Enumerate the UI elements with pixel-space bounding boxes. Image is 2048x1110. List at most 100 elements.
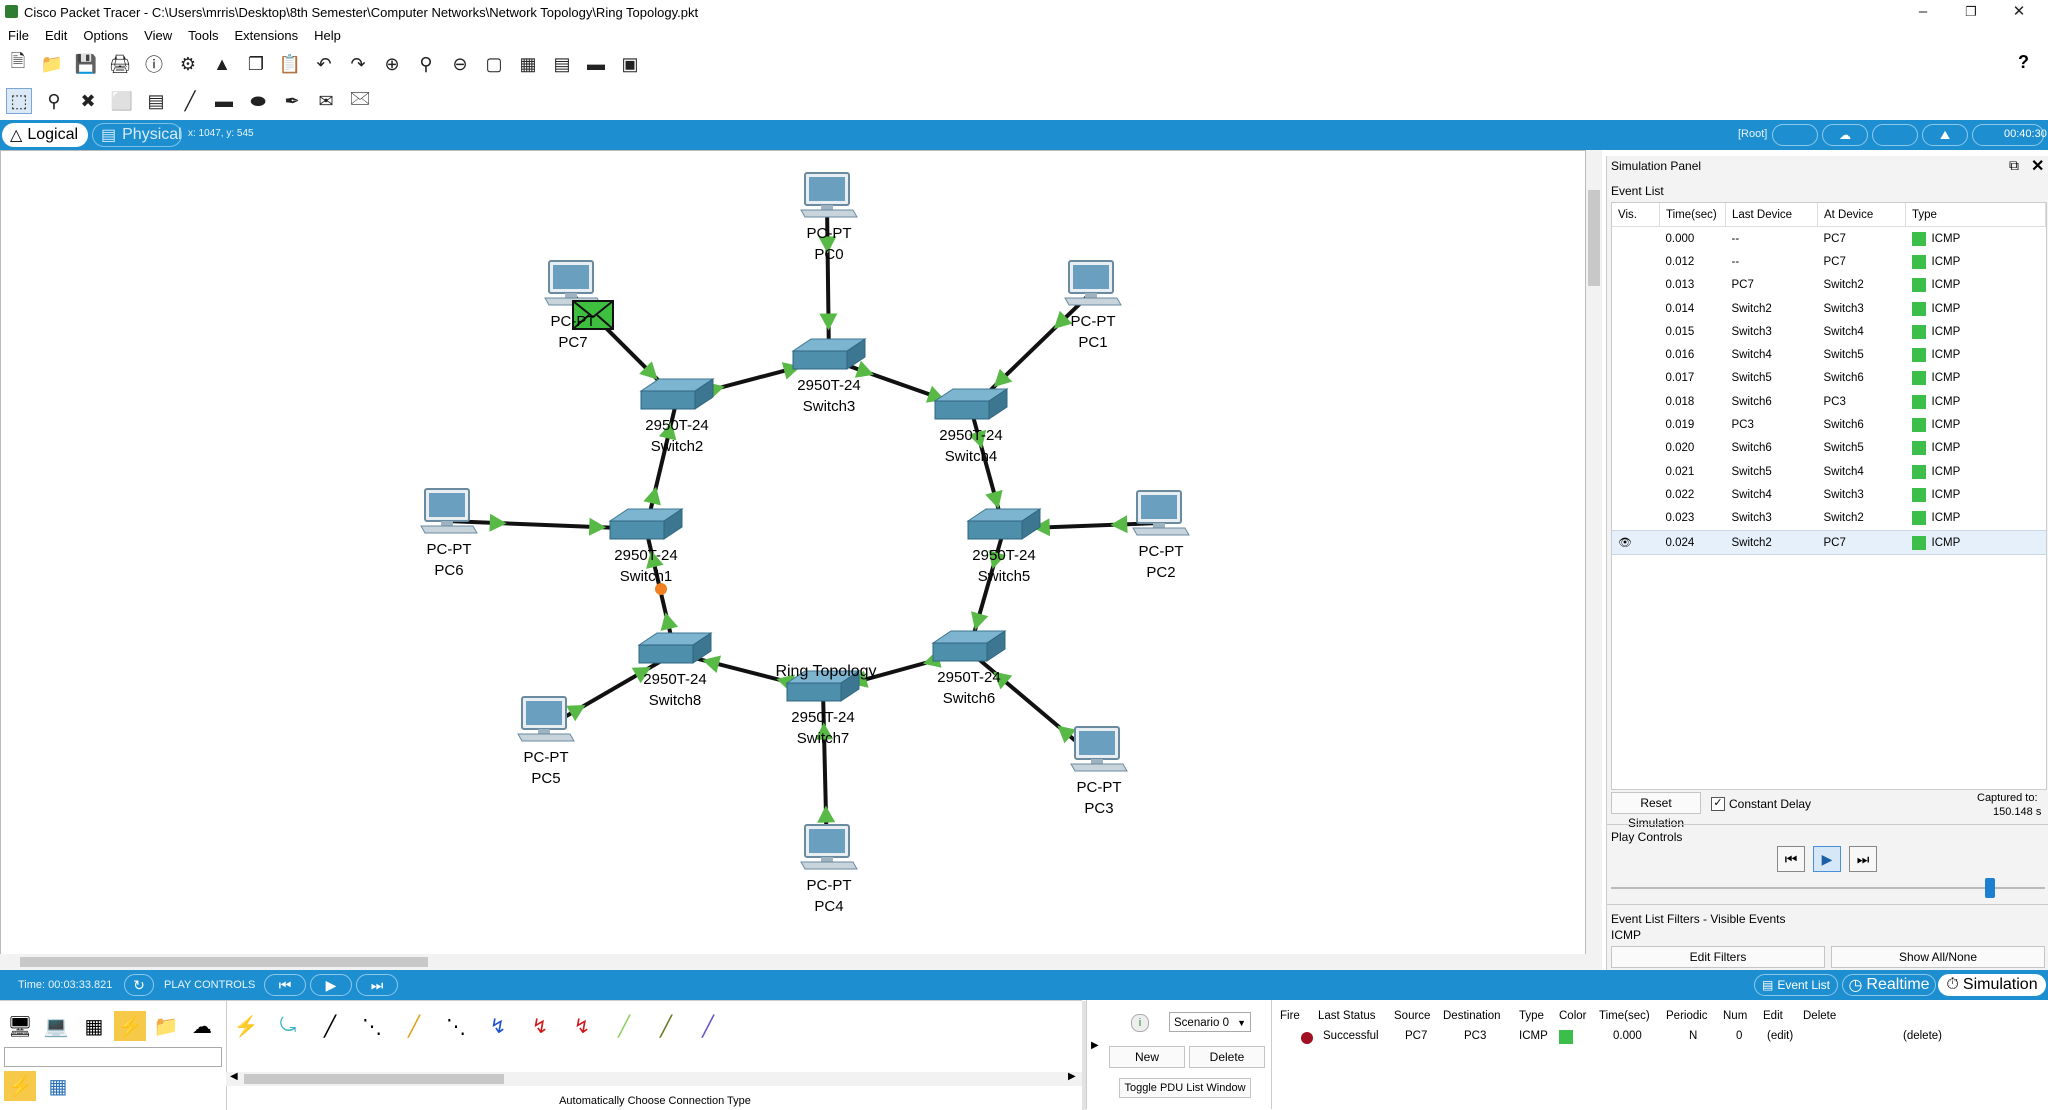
event-row[interactable]: 0.023 Switch3 Switch2 ICMP [1612,507,2046,531]
screenshot-icon[interactable]: ▣ [618,52,642,76]
undock-icon[interactable]: ⧉ [2009,157,2019,174]
scenario-select[interactable]: Scenario 0 ▼ [1169,1012,1251,1032]
resize-shape-icon[interactable]: ⬜ [110,89,134,113]
back-pill[interactable] [1772,124,1818,146]
logical-workspace[interactable]: Ring Topology 2950T-24 Switch1 2950T-24 Swi… [0,150,1586,970]
device-search-field[interactable] [4,1047,222,1067]
menu-options[interactable]: Options [75,26,136,46]
constant-delay-checkbox[interactable]: ✓ [1711,797,1725,811]
zoom-in-icon[interactable]: ⊕ [380,52,404,76]
network-wizard-icon[interactable]: ⚙ [176,52,200,76]
event-list-toggle[interactable]: ▤ Event List [1754,974,1838,996]
switch8-switch-icon[interactable] [637,632,713,664]
serial-dte-icon[interactable]: ↯ [566,1011,598,1041]
speed-slider-thumb[interactable] [1985,878,1995,898]
bar-forward-step-icon[interactable]: ⏭ [356,974,398,996]
iot-cable-icon[interactable]: ╱ [650,1011,682,1041]
col-last-device[interactable]: Last Device [1725,203,1818,227]
fiber-icon[interactable]: ╱ [398,1011,430,1041]
usb-cable-icon[interactable]: ╱ [692,1011,724,1041]
col-at-device[interactable]: At Device [1817,203,1906,227]
custom-devices-icon[interactable]: ▦ [516,52,540,76]
event-row[interactable]: 0.017 Switch5 Switch6 ICMP [1612,367,2046,390]
close-panel-icon[interactable]: ✕ [2031,156,2044,176]
auto-connection-icon[interactable]: ⚡ [4,1071,36,1101]
new-file-icon[interactable]: 🗎 [6,51,30,76]
device-template-icon[interactable]: ▬ [584,52,608,76]
draw-ellipse-icon[interactable]: ⬬ [246,89,270,113]
menu-tools[interactable]: Tools [180,26,226,46]
simulation-tab[interactable]: ⏱ Simulation [1938,974,2046,996]
event-row[interactable]: 0.013 PC7 Switch2 ICMP [1612,274,2046,297]
event-row[interactable]: 0.014 Switch2 Switch3 ICMP [1612,297,2046,320]
forward-step-button[interactable]: ⏭ [1849,846,1877,872]
col-vis[interactable]: Vis. [1612,203,1660,227]
event-list-table[interactable]: Vis. Time(sec) Last Device At Device Typ… [1611,202,2047,790]
tab-physical[interactable]: ▤ Physical [92,123,182,147]
draw-rectangle-icon[interactable]: ▬ [212,89,236,113]
bar-back-step-icon[interactable]: ⏮ [264,974,306,996]
serial-dce-icon[interactable]: ↯ [524,1011,556,1041]
pc4-pc-icon[interactable] [800,824,858,870]
tab-logical[interactable]: △ Logical [2,123,88,147]
event-row[interactable]: 0.015 Switch3 Switch4 ICMP [1612,320,2046,343]
pc2-pc-icon[interactable] [1132,490,1190,536]
toggle-pdu-list-button[interactable]: Toggle PDU List Window [1119,1078,1251,1098]
pc7-pc-icon[interactable] [544,260,602,306]
freeform-icon[interactable]: ✒ [280,89,304,113]
pc6-pc-icon[interactable] [420,488,478,534]
redo-icon[interactable]: ↷ [346,52,370,76]
zoom-out-icon[interactable]: ⊖ [448,52,472,76]
delete-icon[interactable]: ✖ [76,89,100,113]
add-complex-pdu-icon[interactable]: 🖂 [348,88,372,113]
switch4-switch-icon[interactable] [933,388,1009,420]
close-button[interactable]: ✕ [1996,0,2042,24]
network-devices-icon[interactable]: 🖥 [4,1011,36,1041]
event-row[interactable]: 0.000 -- PC7 ICMP [1612,227,2046,251]
event-row[interactable]: 0.016 Switch4 Switch5 ICMP [1612,343,2046,366]
root-breadcrumb[interactable]: [Root] [1738,128,1767,140]
palette-scroll-thumb[interactable] [244,1074,504,1084]
coaxial-icon[interactable]: ↯ [482,1011,514,1041]
info-icon[interactable]: ⓘ [142,52,166,76]
cluster-icon[interactable]: ☁ [1822,124,1868,146]
end-devices-icon[interactable]: 💻 [40,1011,72,1041]
workspace-horizontal-thumb[interactable] [20,957,428,967]
menu-extensions[interactable]: Extensions [226,26,306,46]
switch6-switch-icon[interactable] [931,630,1007,662]
draw-line-icon[interactable]: ╱ [178,89,202,113]
components-icon[interactable]: ▦ [78,1011,110,1041]
switch2-switch-icon[interactable] [639,378,715,410]
move-object-pill[interactable] [1872,124,1918,146]
pc0-pc-icon[interactable] [800,172,858,218]
workspace-vertical-thumb[interactable] [1588,190,1600,286]
event-row[interactable]: 0.012 -- PC7 ICMP [1612,250,2046,273]
minimize-button[interactable]: – [1900,0,1946,24]
event-row[interactable]: 0.019 PC3 Switch6 ICMP [1612,413,2046,436]
copy-icon[interactable]: ❐ [244,52,268,76]
edit-filters-button[interactable]: Edit Filters [1611,946,1825,968]
switch3-switch-icon[interactable] [791,338,867,370]
restore-button[interactable]: ❐ [1948,0,1994,24]
inspect-icon[interactable]: ⚲ [42,89,66,113]
reset-simulation-button[interactable]: Reset Simulation [1611,792,1701,830]
info-circle-icon[interactable]: i [1131,1014,1149,1032]
pdu-delete-link[interactable]: (delete) [1903,1030,1942,1042]
pc5-pc-icon[interactable] [517,696,575,742]
power-cycle-icon[interactable]: ↻ [124,974,154,996]
event-row[interactable]: 0.020 Switch6 Switch5 ICMP [1612,437,2046,460]
col-type[interactable]: Type [1905,203,2046,227]
place-note-icon[interactable]: ▤ [144,89,168,113]
misc-icon[interactable]: 📁 [150,1011,182,1041]
expand-pdu-icon[interactable]: ▶ [1091,1040,1099,1051]
event-row[interactable]: 👁 0.024 Switch2 PC7 ICMP [1612,529,2046,556]
drawing-palette-icon[interactable]: ▢ [482,52,506,76]
menu-edit[interactable]: Edit [37,26,75,46]
switch1-switch-icon[interactable] [608,508,684,540]
auto-cable-icon[interactable]: ⚡ [230,1011,262,1041]
copper-cross-icon[interactable]: ⋱ [356,1011,388,1041]
pdu-edit-link[interactable]: (edit) [1767,1030,1793,1042]
new-scenario-button[interactable]: New [1109,1046,1185,1068]
help-icon[interactable]: ? [2018,52,2029,73]
scroll-right-icon[interactable]: ▶ [1068,1071,1076,1082]
